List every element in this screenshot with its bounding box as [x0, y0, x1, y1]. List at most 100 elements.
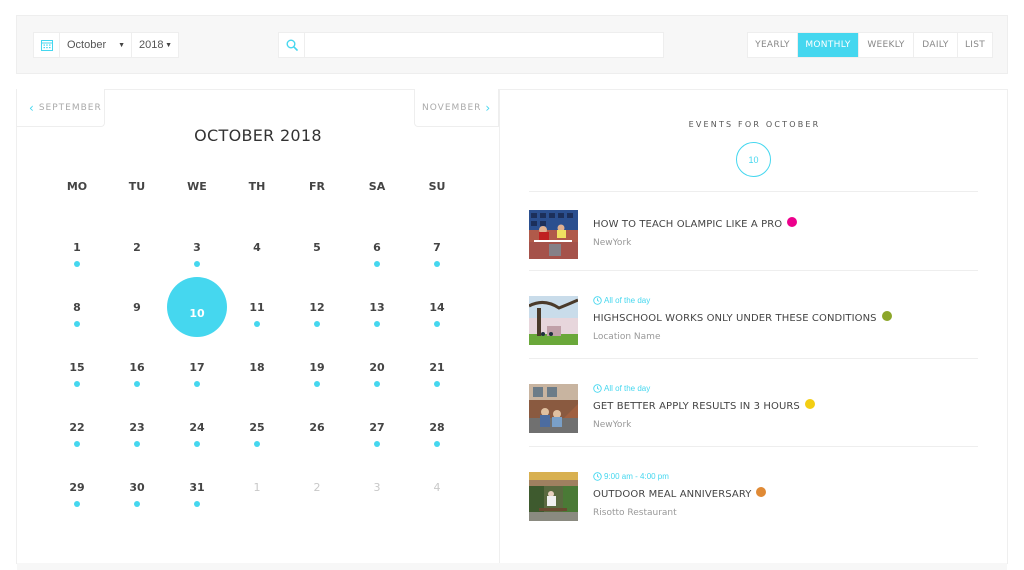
day-number: 25 [249, 421, 265, 434]
day-cell[interactable]: 21 [407, 350, 467, 410]
event-title[interactable]: GET BETTER APPLY RESULTS IN 3 HOURS [593, 398, 815, 412]
day-cell[interactable]: 3 [347, 470, 407, 530]
event-indicator-dot [194, 501, 200, 507]
day-cell[interactable]: 1 [227, 470, 287, 530]
day-cell[interactable]: 9 [107, 290, 167, 350]
day-cell[interactable]: 16 [107, 350, 167, 410]
day-number: 5 [313, 241, 321, 254]
event-thumbnail [529, 472, 578, 521]
event-divider [529, 446, 978, 447]
weekday-label: WE [187, 180, 207, 193]
day-number: 17 [189, 361, 205, 374]
day-cell[interactable]: 26 [287, 410, 347, 470]
day-cell[interactable]: 2 [287, 470, 347, 530]
day-cell[interactable]: 27 [347, 410, 407, 470]
day-cell[interactable]: 30 [107, 470, 167, 530]
day-cell[interactable]: 17 [167, 350, 227, 410]
day-number: 9 [133, 301, 141, 314]
event-indicator-dot [194, 441, 200, 447]
weekday-label: FR [309, 180, 325, 193]
day-cell[interactable]: 23 [107, 410, 167, 470]
view-list-button[interactable]: LIST [958, 33, 992, 57]
event-time: All of the day [593, 384, 650, 393]
events-count-badge: 10 [736, 142, 771, 177]
day-cell[interactable]: 14 [407, 290, 467, 350]
day-number: 21 [429, 361, 445, 374]
day-cell[interactable]: 18 [227, 350, 287, 410]
day-number: 29 [69, 481, 85, 494]
day-cell[interactable]: 20 [347, 350, 407, 410]
year-select[interactable]: 2018 ▼ [132, 33, 178, 57]
view-monthly-button[interactable]: MONTHLY [798, 33, 859, 57]
day-cell[interactable]: 6 [347, 230, 407, 290]
event-indicator-dot [74, 381, 80, 387]
day-cell[interactable]: 4 [407, 470, 467, 530]
calendar-icon[interactable] [34, 33, 60, 57]
event-category-dot [787, 216, 798, 227]
event-indicator-dot [134, 381, 140, 387]
event-item[interactable]: All of the day HIGHSCHOOL WORKS ONLY UNDE… [529, 296, 978, 356]
day-cell[interactable]: 22 [47, 410, 107, 470]
event-title[interactable]: HIGHSCHOOL WORKS ONLY UNDER THESE CONDIT… [593, 310, 892, 324]
event-indicator-dot [434, 261, 440, 267]
day-cell[interactable]: 5 [287, 230, 347, 290]
next-month-label: NOVEMBER [422, 102, 482, 113]
day-number: 10 [189, 307, 205, 320]
event-category-dot [881, 310, 892, 321]
clock-icon [593, 472, 602, 481]
day-number: 20 [369, 361, 385, 374]
day-number: 30 [129, 481, 145, 494]
event-indicator-dot [434, 321, 440, 327]
event-item[interactable]: All of the day GET BETTER APPLY RESULTS I… [529, 384, 978, 444]
event-time: 9:00 am - 4:00 pm [593, 472, 669, 481]
event-indicator-dot [194, 381, 200, 387]
day-number: 1 [253, 481, 261, 494]
event-title-text: OUTDOOR MEAL ANNIVERSARY [593, 489, 752, 500]
day-cell[interactable]: 24 [167, 410, 227, 470]
day-cell[interactable]: 7 [407, 230, 467, 290]
day-number: 6 [373, 241, 381, 254]
view-weekly-button[interactable]: WEEKLY [859, 33, 914, 57]
event-title[interactable]: HOW TO TEACH OLAMPIC LIKE A PRO [593, 216, 798, 230]
view-yearly-button[interactable]: YEARLY [748, 33, 798, 57]
view-daily-button[interactable]: DAILY [914, 33, 958, 57]
day-cell[interactable]: 11 [227, 290, 287, 350]
day-cell[interactable]: 15 [47, 350, 107, 410]
day-cell[interactable]: 28 [407, 410, 467, 470]
event-thumbnail [529, 210, 578, 259]
dropdown-arrow-icon: ▼ [165, 41, 172, 49]
day-cell[interactable]: 12 [287, 290, 347, 350]
day-cell[interactable]: 13 [347, 290, 407, 350]
event-time-label: 9:00 am - 4:00 pm [604, 472, 669, 481]
event-item[interactable]: HOW TO TEACH OLAMPIC LIKE A PRO NewYork [529, 208, 978, 268]
event-location: NewYork [593, 420, 632, 430]
day-cell[interactable]: 1 [47, 230, 107, 290]
day-number: 18 [249, 361, 265, 374]
event-item[interactable]: 9:00 am - 4:00 pm OUTDOOR MEAL ANNIVERSAR… [529, 472, 978, 532]
search-icon[interactable] [279, 33, 305, 57]
dropdown-arrow-icon: ▼ [118, 41, 125, 49]
day-cell[interactable]: 25 [227, 410, 287, 470]
day-cell[interactable]: 4 [227, 230, 287, 290]
event-title[interactable]: OUTDOOR MEAL ANNIVERSARY [593, 486, 767, 500]
day-number: 1 [73, 241, 81, 254]
event-title-text: HOW TO TEACH OLAMPIC LIKE A PRO [593, 219, 783, 230]
day-cell[interactable]: 2 [107, 230, 167, 290]
event-category-dot [756, 486, 767, 497]
day-cell[interactable]: 8 [47, 290, 107, 350]
search-input[interactable] [305, 33, 663, 57]
bottom-strip [17, 563, 1007, 570]
day-cell[interactable]: 31 [167, 470, 227, 530]
next-month-button[interactable]: NOVEMBER › [414, 89, 499, 127]
prev-month-label: SEPTEMBER [38, 102, 102, 113]
weekday-label: SU [428, 180, 446, 193]
day-number: 14 [429, 301, 445, 314]
month-select[interactable]: October ▼ [60, 33, 132, 57]
month-title: OCTOBER 2018 [194, 126, 322, 145]
day-cell-selected[interactable]: 10 [167, 277, 227, 350]
day-number: 7 [433, 241, 441, 254]
prev-month-button[interactable]: ‹ SEPTEMBER [16, 89, 105, 127]
day-cell[interactable]: 19 [287, 350, 347, 410]
day-cell[interactable]: 29 [47, 470, 107, 530]
event-indicator-dot [374, 321, 380, 327]
